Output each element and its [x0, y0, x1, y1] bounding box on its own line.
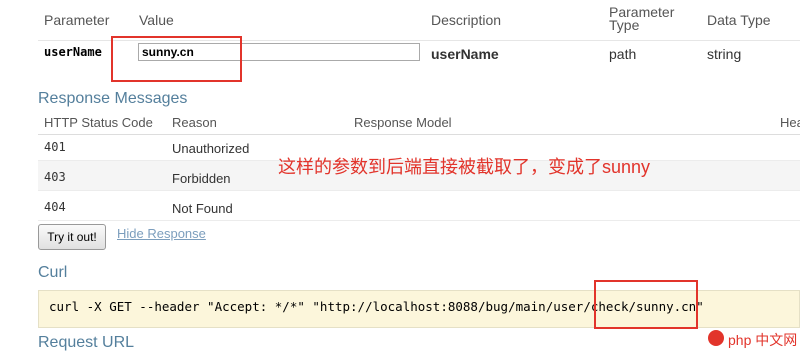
response-messages-title: Response Messages — [38, 90, 188, 107]
param-type-value: path — [609, 46, 637, 62]
try-it-out-button[interactable]: Try it out! — [38, 224, 106, 250]
status-reason: Not Found — [172, 201, 233, 216]
col-reason: Reason — [172, 115, 217, 130]
col-data-type: Data Type — [707, 12, 771, 28]
col-headers: Hea — [780, 115, 800, 130]
status-reason: Forbidden — [172, 171, 231, 186]
col-response-model: Response Model — [354, 115, 452, 130]
highlight-box-curl — [594, 280, 698, 329]
curl-title: Curl — [38, 264, 68, 281]
status-code: 401 — [44, 140, 66, 154]
php-logo-icon — [708, 330, 724, 346]
col-description: Description — [431, 12, 502, 28]
highlight-box-value — [111, 36, 242, 82]
col-parameter: Parameter — [44, 12, 110, 28]
col-parameter-type: Parameter Type — [609, 4, 675, 33]
status-reason: Unauthorized — [172, 141, 250, 156]
annotation-text: 这样的参数到后端直接被截取了，变成了sunny — [278, 157, 651, 177]
param-name: userName — [44, 45, 102, 59]
hide-response-link[interactable]: Hide Response — [117, 226, 206, 241]
data-type-value: string — [707, 46, 742, 62]
watermark: php 中文网 — [728, 332, 798, 348]
col-http-status: HTTP Status Code — [44, 115, 153, 130]
param-description: userName — [431, 46, 499, 62]
status-code: 403 — [44, 170, 66, 184]
request-url-title: Request URL — [38, 334, 135, 351]
status-code: 404 — [44, 200, 66, 214]
col-value: Value — [139, 12, 174, 28]
